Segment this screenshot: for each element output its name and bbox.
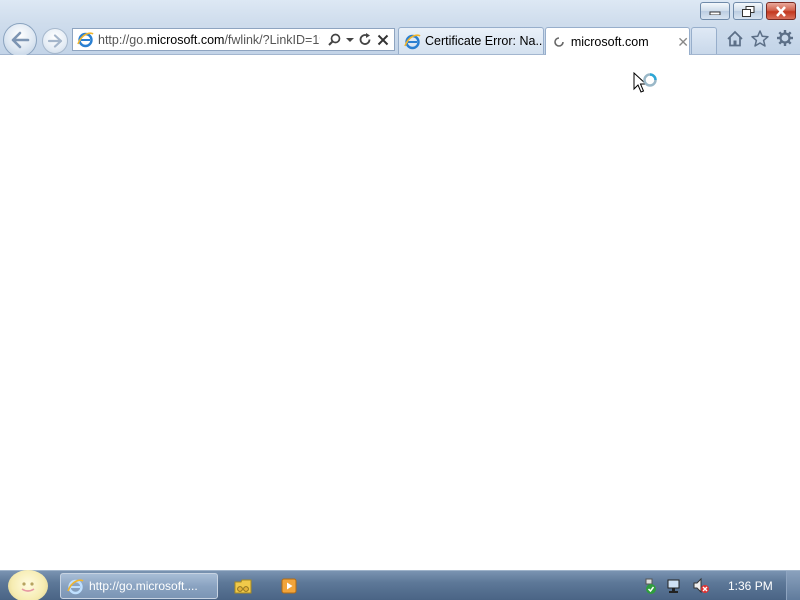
ie-page-icon (404, 33, 421, 49)
back-button[interactable] (3, 23, 37, 57)
minimize-icon (709, 11, 721, 15)
busy-cursor-icon (633, 72, 657, 93)
page-content[interactable] (0, 55, 800, 570)
restore-button[interactable] (733, 2, 763, 20)
taskbar-clock[interactable]: 1:36 PM (728, 579, 773, 593)
taskbar-media-player-button[interactable] (278, 575, 300, 597)
new-tab-button[interactable] (691, 27, 717, 54)
minimize-button[interactable] (700, 2, 730, 20)
action-center-icon[interactable] (640, 577, 658, 595)
restore-icon (741, 5, 754, 17)
close-button[interactable] (766, 2, 796, 20)
network-icon[interactable] (666, 577, 684, 595)
favorites-star-icon[interactable] (751, 29, 769, 47)
browser-chrome: http://go.microsoft.com/fwlink/?LinkID=1… (0, 0, 800, 57)
command-icons (726, 29, 794, 47)
stop-icon[interactable] (377, 34, 389, 46)
tab-label: microsoft.com (570, 34, 649, 49)
taskbar-explorer-button[interactable] (232, 575, 254, 597)
window-caption-buttons (700, 2, 796, 20)
start-button[interactable] (8, 570, 48, 600)
address-tools (328, 33, 389, 46)
forward-button[interactable] (42, 28, 68, 54)
media-player-icon (281, 578, 297, 594)
ie-page-icon (77, 32, 94, 48)
tab-close-button[interactable]: ✕ (677, 35, 689, 49)
taskbar: http://go.microsoft.... 1:36 PM (0, 570, 800, 600)
ie-page-icon (67, 578, 84, 594)
volume-muted-icon[interactable] (692, 577, 710, 595)
address-bar[interactable]: http://go.microsoft.com/fwlink/?LinkID=1… (72, 28, 395, 51)
dropdown-icon[interactable] (346, 37, 354, 43)
system-tray (640, 577, 710, 595)
close-icon (776, 5, 786, 17)
start-orb-icon (21, 582, 35, 592)
tab-microsoft[interactable]: microsoft.com ✕ (545, 27, 690, 55)
back-arrow-icon (11, 31, 30, 49)
address-url[interactable]: http://go.microsoft.com/fwlink/?LinkID=1… (98, 33, 320, 47)
loading-spinner-icon (554, 36, 564, 47)
tab-certificate-error[interactable]: Certificate Error: Na... (398, 27, 544, 54)
taskbar-item-label: http://go.microsoft.... (89, 579, 198, 593)
forward-arrow-icon (47, 34, 63, 48)
home-icon[interactable] (726, 30, 744, 47)
taskbar-ie-window[interactable]: http://go.microsoft.... (60, 573, 218, 599)
tab-label: Certificate Error: Na... (425, 34, 543, 48)
search-icon[interactable] (328, 33, 341, 46)
explorer-folder-icon (234, 579, 252, 594)
show-desktop-button[interactable] (786, 571, 800, 600)
tools-gear-icon[interactable] (776, 29, 794, 47)
refresh-icon[interactable] (359, 33, 372, 46)
